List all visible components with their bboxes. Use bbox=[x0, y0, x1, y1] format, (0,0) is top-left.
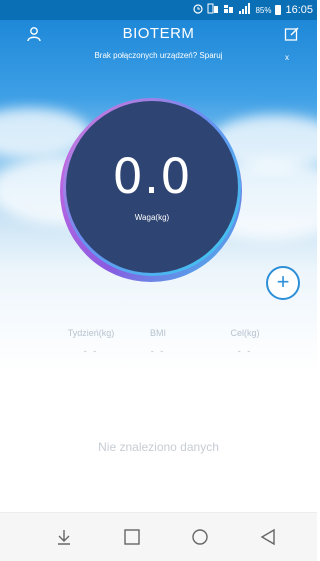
notice-close-button[interactable]: x bbox=[285, 53, 289, 62]
navigation-bar bbox=[0, 512, 317, 561]
hero-panel: BIOTERM Brak połączonych urządzeń? Sparu… bbox=[0, 20, 317, 372]
stat-label: BMI bbox=[149, 328, 166, 338]
weight-label: Waga(kg) bbox=[134, 213, 170, 222]
download-icon[interactable] bbox=[50, 523, 78, 551]
status-icons: 85% 16:05 bbox=[193, 3, 313, 17]
status-bar: 85% 16:05 bbox=[0, 0, 317, 20]
battery-percent: 85% bbox=[255, 5, 272, 15]
app-header: BIOTERM bbox=[0, 20, 317, 48]
stat-value: - - bbox=[150, 346, 166, 356]
circle-icon[interactable] bbox=[186, 523, 214, 551]
signal-icon bbox=[239, 3, 251, 17]
stat-value: - - bbox=[237, 346, 253, 356]
battery-icon bbox=[275, 5, 282, 15]
pairing-notice[interactable]: Brak połączonych urządzeń? Sparuj bbox=[0, 51, 317, 60]
network-icon bbox=[223, 3, 235, 17]
square-icon[interactable] bbox=[118, 523, 146, 551]
app-title: BIOTERM bbox=[122, 25, 195, 42]
sim-icon bbox=[207, 3, 219, 17]
stats-row: Tydzień(kg) - - BMI - - Cel(kg) - - bbox=[0, 328, 317, 368]
stat-bmi: BMI - - bbox=[113, 328, 203, 356]
add-measurement-button[interactable]: + bbox=[266, 266, 300, 300]
edit-icon[interactable] bbox=[282, 24, 302, 44]
back-triangle-icon[interactable] bbox=[254, 523, 282, 551]
stat-label: Cel(kg) bbox=[230, 328, 260, 338]
empty-state-message: Nie znaleziono danych bbox=[98, 440, 219, 454]
weight-value: 0.0 bbox=[112, 149, 192, 205]
stat-goal: Cel(kg) - - bbox=[200, 328, 290, 356]
weight-gauge: 0.0 Waga(kg) bbox=[66, 101, 238, 273]
alarm-icon bbox=[193, 3, 204, 17]
status-time: 16:05 bbox=[285, 4, 313, 16]
